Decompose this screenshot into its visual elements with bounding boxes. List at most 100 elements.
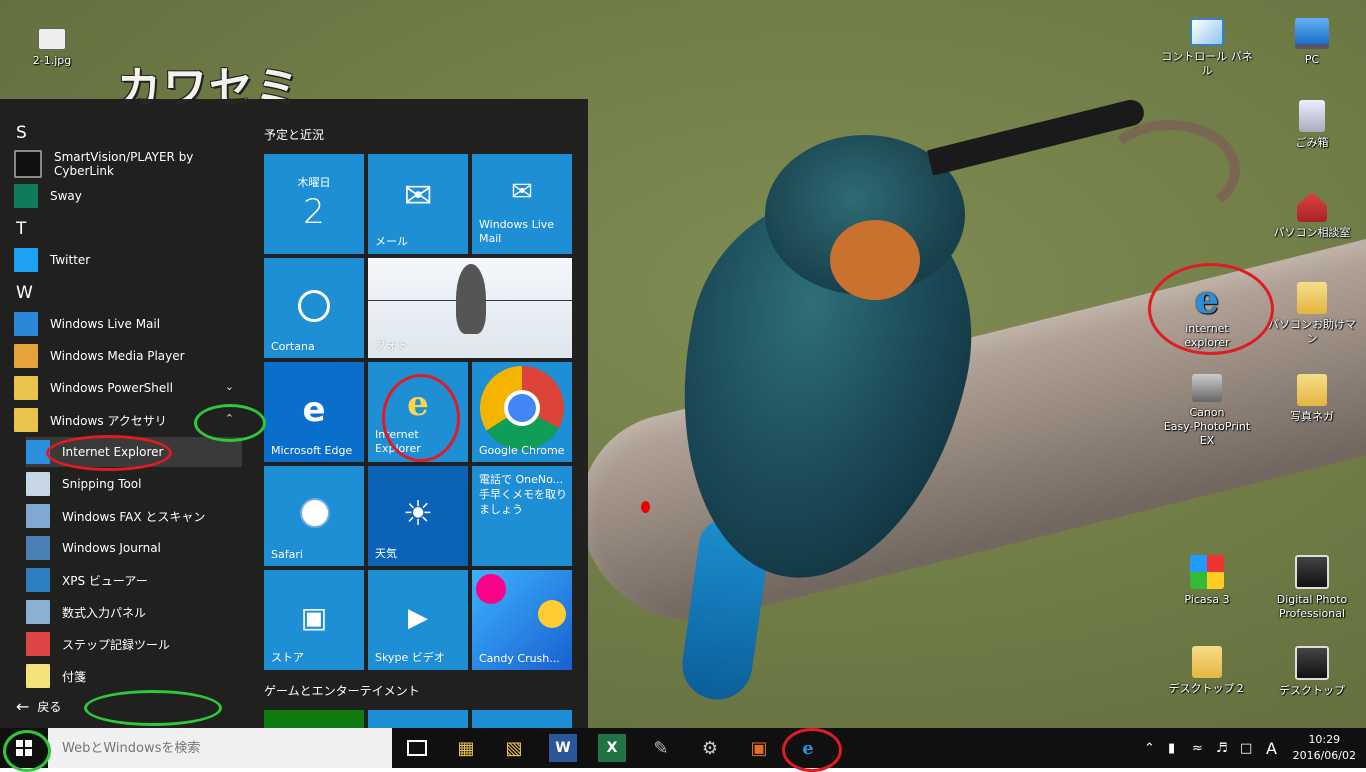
house-icon (1297, 192, 1327, 222)
twitter-icon (14, 248, 38, 272)
ime-indicator[interactable]: A (1266, 728, 1277, 768)
app-twitter[interactable]: Twitter (14, 245, 242, 275)
tile-partial-3[interactable] (472, 710, 572, 728)
shrimp-prey (1100, 120, 1240, 220)
app-sway[interactable]: Sway (14, 181, 242, 211)
tile-photos[interactable]: フォト (368, 258, 572, 358)
control-panel-icon (1190, 18, 1224, 46)
letter-header-s[interactable]: S (16, 123, 27, 143)
paint-icon[interactable]: ✎ (647, 734, 675, 762)
folder-icon (1297, 282, 1327, 314)
tile-store[interactable]: ▣ ストア (264, 570, 364, 670)
tv-icon (14, 150, 42, 178)
battery-icon[interactable]: ▮ (1168, 728, 1175, 768)
kingfisher-chest (830, 220, 920, 300)
wifi-icon[interactable]: ≈ (1192, 728, 1203, 768)
tile-xbox-partial[interactable] (264, 710, 364, 728)
folder-icon[interactable]: ▧ (500, 734, 528, 762)
app-xps-viewer[interactable]: XPS ビューアー (26, 565, 242, 595)
app-windows-journal[interactable]: Windows Journal (26, 533, 242, 563)
tile-weather[interactable]: ☀ 天気 (368, 466, 468, 566)
desktop-icon-pc[interactable]: PC (1264, 12, 1360, 67)
app-windows-media-player[interactable]: Windows Media Player (14, 341, 242, 371)
tile-safari[interactable]: Safari (264, 466, 364, 566)
app-steps-recorder[interactable]: ステップ記録ツール (26, 629, 242, 659)
start-button[interactable] (0, 728, 48, 768)
group-title-games[interactable]: ゲームとエンターテイメント (264, 682, 420, 699)
desktop-icon-pc-consult[interactable]: パソコン相談室 (1264, 192, 1360, 240)
desktop-icon-photo-nega[interactable]: 写真ネガ (1264, 374, 1360, 424)
pigeon-photo (456, 264, 486, 334)
app-sticky-notes[interactable]: 付箋 (26, 661, 242, 691)
desktop-icon-desktop2[interactable]: デスクトップ２ (1159, 646, 1255, 696)
app-smartvision[interactable]: SmartVision/PLAYER by CyberLink (14, 149, 242, 179)
internet-explorer-icon (26, 440, 50, 464)
desktop-icon-jpg[interactable]: 2-1.jpg (4, 18, 100, 68)
app-folder-accessories[interactable]: Windows アクセサリ ⌃ (14, 405, 242, 435)
fax-icon (26, 504, 50, 528)
desktop-icon-picasa[interactable]: Picasa 3 (1159, 555, 1255, 607)
tile-partial-2[interactable] (368, 710, 468, 728)
desktop-icon-pc-helper[interactable]: パソコンお助けマン (1264, 282, 1360, 346)
desktop-icon-dpp[interactable]: Digital Photo Professional (1264, 555, 1360, 621)
app-snipping-tool[interactable]: Snipping Tool (26, 469, 242, 499)
letter-header-t[interactable]: T (16, 219, 26, 239)
clock[interactable]: 10:29 2016/06/02 (1293, 732, 1356, 764)
picasa-icon (1190, 555, 1224, 589)
excel-icon[interactable]: X (598, 734, 626, 762)
math-input-icon (26, 600, 50, 624)
letter-header-w[interactable]: W (16, 283, 33, 303)
internet-explorer-icon[interactable]: e (794, 734, 822, 762)
folder-icon (1297, 374, 1327, 406)
folder-icon (14, 376, 38, 400)
sway-icon (14, 184, 38, 208)
search-box[interactable] (48, 728, 392, 768)
folder-icon (1192, 646, 1222, 678)
search-input[interactable] (60, 739, 364, 757)
shortcut-icon (1295, 646, 1329, 680)
tile-candy-crush[interactable]: Candy Crush... (472, 570, 572, 670)
arrow-left-icon: ← (16, 697, 30, 716)
app-folder-powershell[interactable]: Windows PowerShell ⌄ (14, 373, 242, 403)
back-button[interactable]: ← 戻る (16, 697, 61, 716)
scissors-icon (26, 472, 50, 496)
volume-icon[interactable]: ♬ (1216, 728, 1228, 768)
app-list: S SmartVision/PLAYER by CyberLink Sway T… (0, 99, 250, 728)
tile-internet-explorer[interactable]: e Internet Explorer (368, 362, 468, 462)
file-explorer-icon[interactable]: ▦ (452, 734, 480, 762)
tool-app-icon[interactable]: ⚙ (696, 734, 724, 762)
app-internet-explorer[interactable]: Internet Explorer (26, 437, 242, 467)
xps-icon (26, 568, 50, 592)
app-math-input[interactable]: 数式入力パネル (26, 597, 242, 627)
clock-time: 10:29 (1308, 733, 1341, 746)
windows-logo-icon (16, 740, 32, 756)
group-title-schedule[interactable]: 予定と近況 (264, 126, 324, 143)
tray-chevron-up-icon[interactable]: ⌃ (1144, 728, 1155, 768)
tile-microsoft-edge[interactable]: e Microsoft Edge (264, 362, 364, 462)
mail-icon: ✉ (511, 177, 533, 207)
notifications-icon[interactable]: □ (1240, 728, 1252, 768)
app-windows-live-mail[interactable]: Windows Live Mail (14, 309, 242, 339)
tile-windows-live-mail[interactable]: ✉ Windows Live Mail (472, 154, 572, 254)
tile-mail[interactable]: ✉ メール (368, 154, 468, 254)
tile-onenote-phone[interactable]: 電話で OneNo... 手早くメモを取り ましょう (472, 466, 572, 566)
desktop-icon-desktop[interactable]: デスクトップ (1264, 646, 1360, 698)
clock-date: 2016/06/02 (1292, 749, 1356, 762)
chevron-up-icon: ⌃ (224, 412, 234, 425)
desktop-icon-recycle-bin[interactable]: ごみ箱 (1264, 100, 1360, 150)
app-windows-fax[interactable]: Windows FAX とスキャン (26, 501, 242, 531)
desktop-icon-internet-explorer[interactable]: e internet explorer (1159, 281, 1255, 350)
tile-calendar[interactable]: 木曜日 2 (264, 154, 364, 254)
task-view-icon[interactable] (403, 734, 431, 762)
image-file-icon (38, 28, 66, 50)
desktop-icon-control-panel[interactable]: コントロール パネル (1159, 12, 1255, 78)
tile-google-chrome[interactable]: Google Chrome (472, 362, 572, 462)
chrome-icon (480, 366, 564, 450)
desktop-icon-canon[interactable]: Canon Easy-PhotoPrint EX (1159, 374, 1255, 448)
tile-cortana[interactable]: Cortana (264, 258, 364, 358)
tile-skype-video[interactable]: ▶ Skype ビデオ (368, 570, 468, 670)
word-icon[interactable]: W (549, 734, 577, 762)
edge-icon: e (302, 390, 326, 430)
calendar-date: 2 (303, 192, 325, 232)
toolbox-icon[interactable]: ▣ (745, 734, 773, 762)
